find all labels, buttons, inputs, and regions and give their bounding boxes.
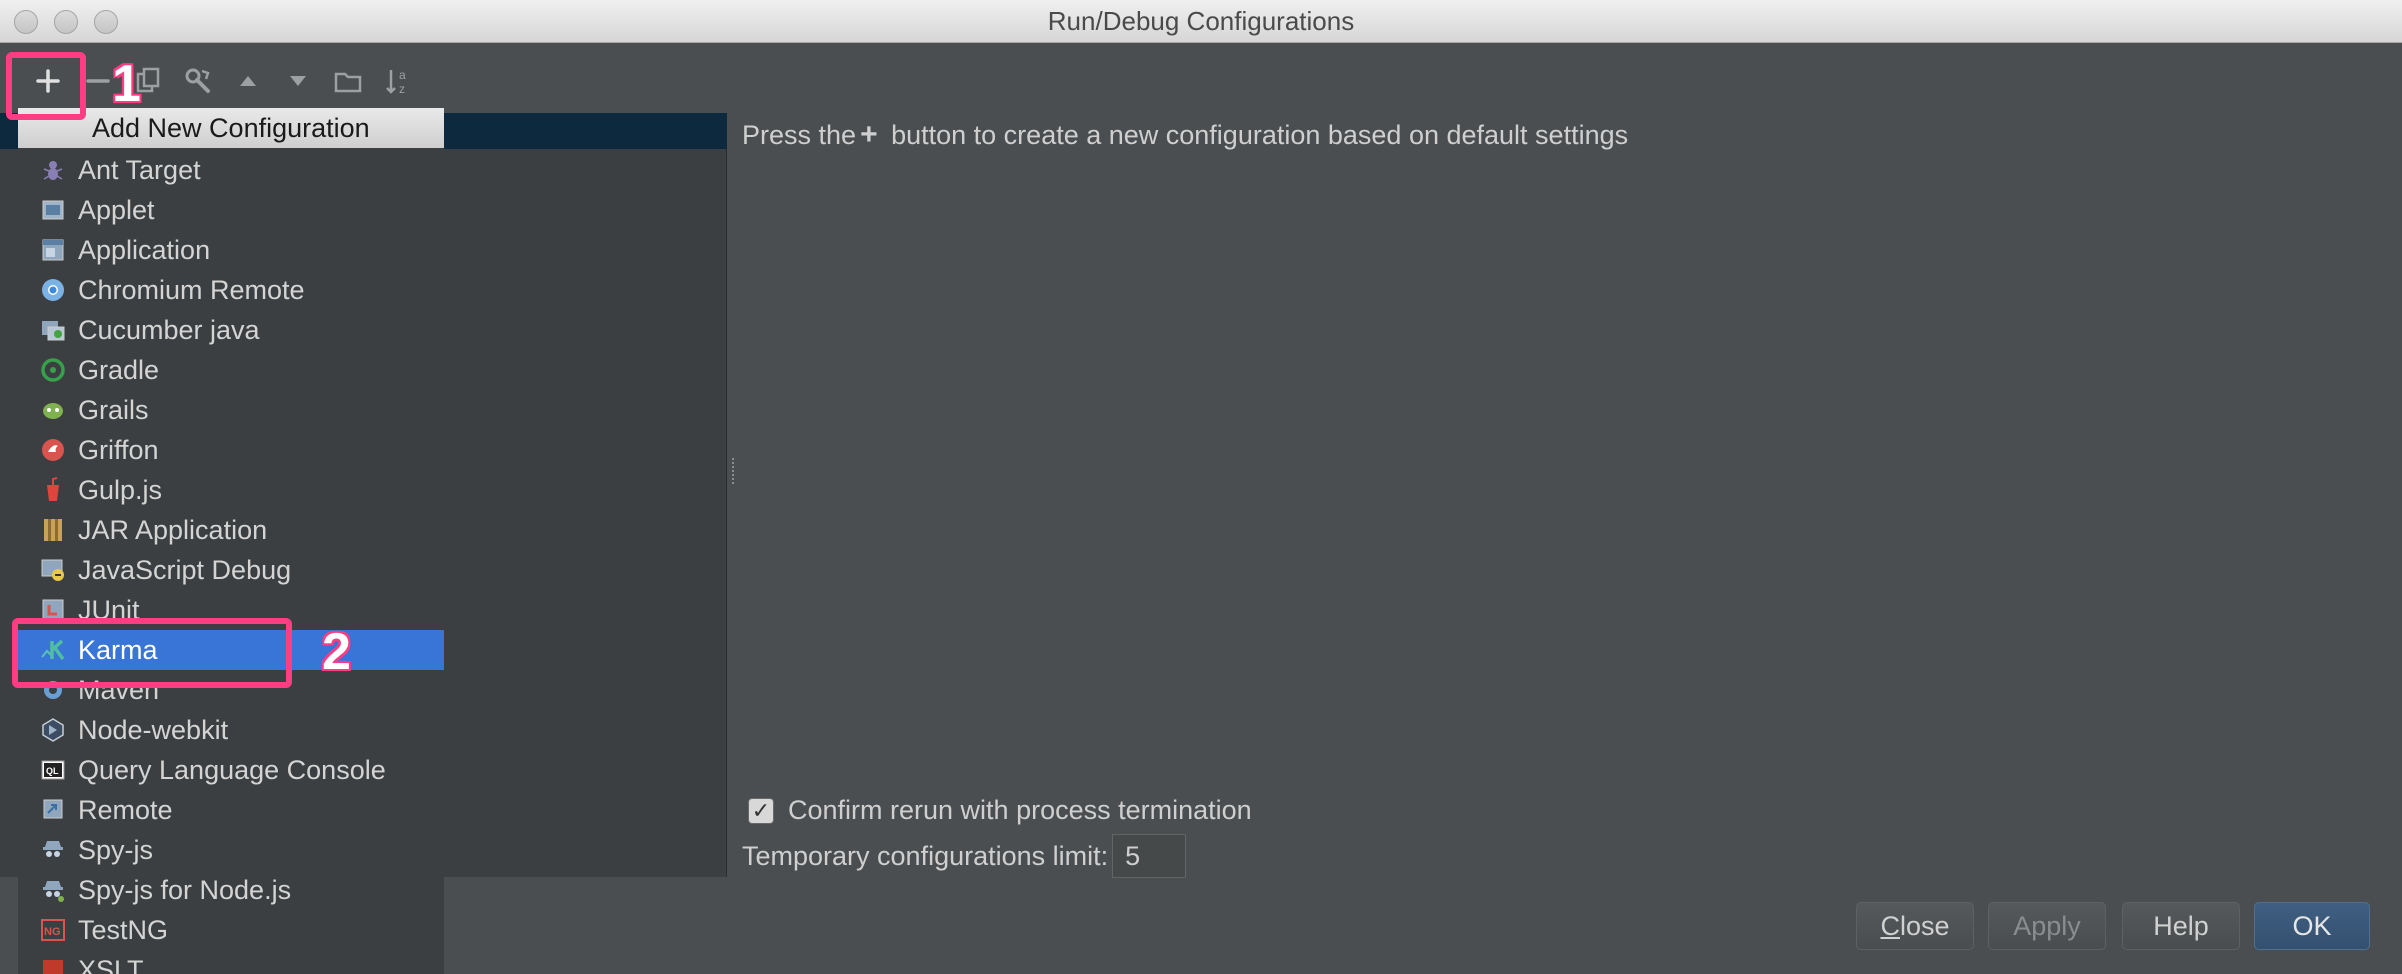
config-type-grails[interactable]: Grails	[18, 390, 444, 430]
run-debug-configurations-window: Run/Debug Configurations az Add New Conf…	[0, 0, 2402, 974]
config-type-applet[interactable]: Applet	[18, 190, 444, 230]
confirm-rerun-checkbox[interactable]: ✓	[748, 797, 774, 824]
toolbar: az	[0, 43, 740, 113]
config-type-label: Cucumber java	[78, 314, 260, 345]
grails-icon	[40, 397, 66, 423]
annotation-box-1	[6, 52, 86, 120]
sort-icon[interactable]: az	[378, 61, 418, 101]
config-type-label: Gradle	[78, 354, 160, 385]
config-type-gradle[interactable]: Gradle	[18, 350, 444, 390]
config-type-label: Griffon	[78, 434, 159, 465]
title-bar: Run/Debug Configurations	[0, 0, 2402, 43]
griffon-icon	[40, 437, 66, 463]
temp-config-limit-label: Temporary configurations limit:	[742, 840, 1109, 871]
splitter-handle[interactable]	[731, 456, 737, 486]
annotation-box-2	[12, 618, 292, 688]
svg-text:z: z	[399, 82, 405, 96]
spy-js-node-icon	[40, 877, 66, 903]
svg-text:a: a	[399, 68, 406, 82]
config-type-label: JavaScript Debug	[78, 554, 292, 585]
configuration-type-list: Ant Target Applet Application Chromium Remo…	[18, 150, 444, 974]
config-type-jar-application[interactable]: JAR Application	[18, 510, 444, 550]
config-type-label: TestNG	[78, 914, 169, 945]
config-type-label: XSLT	[78, 954, 144, 974]
temp-config-limit-row: Temporary configurations limit: 5	[742, 834, 1187, 878]
xslt-icon	[40, 957, 66, 974]
empty-state-hint: Press the + button to create a new config…	[742, 118, 1628, 152]
ql-console-icon: QL	[40, 757, 66, 783]
config-type-remote[interactable]: Remote	[18, 790, 444, 830]
folder-icon[interactable]	[328, 61, 368, 101]
config-type-label: Spy-js for Node.js	[78, 874, 292, 905]
config-type-label: Chromium Remote	[78, 274, 305, 305]
config-type-label: Remote	[78, 794, 173, 825]
jar-icon	[40, 517, 66, 543]
application-icon	[40, 237, 66, 263]
cucumber-icon	[40, 317, 66, 343]
gradle-icon	[40, 357, 66, 383]
config-type-spy-js[interactable]: Spy-js	[18, 830, 444, 870]
config-type-gulp-js[interactable]: Gulp.js	[18, 470, 444, 510]
svg-text:QL: QL	[46, 766, 59, 776]
confirm-rerun-label: Confirm rerun with process termination	[788, 795, 1252, 825]
ant-icon	[40, 157, 66, 183]
applet-icon	[40, 197, 66, 223]
chromium-icon	[40, 277, 66, 303]
config-type-application[interactable]: Application	[18, 230, 444, 270]
window-title: Run/Debug Configurations	[1047, 6, 1355, 36]
spy-js-icon	[40, 837, 66, 863]
gulp-icon	[40, 477, 66, 503]
config-type-node-webkit[interactable]: Node-webkit	[18, 710, 444, 750]
apply-button[interactable]: Apply	[1988, 902, 2106, 950]
help-button[interactable]: Help	[2122, 902, 2240, 950]
config-type-chromium-remote[interactable]: Chromium Remote	[18, 270, 444, 310]
move-up-icon[interactable]	[228, 61, 268, 101]
config-type-cucumber-java[interactable]: Cucumber java	[18, 310, 444, 350]
config-type-label: Spy-js	[78, 834, 154, 865]
move-down-icon[interactable]	[278, 61, 318, 101]
config-type-label: Grails	[78, 394, 149, 425]
config-type-label: Applet	[78, 194, 155, 225]
config-type-label: Application	[78, 234, 211, 265]
javascript-debug-icon	[40, 557, 66, 583]
ok-button[interactable]: OK	[2254, 902, 2370, 950]
config-type-label: JAR Application	[78, 514, 268, 545]
remote-icon	[40, 797, 66, 823]
config-type-label: Query Language Console	[78, 754, 386, 785]
config-type-ant-target[interactable]: Ant Target	[18, 150, 444, 190]
annotation-number-2: 2	[322, 623, 351, 681]
wrench-icon[interactable]	[178, 61, 218, 101]
svg-text:NG: NG	[44, 926, 61, 938]
config-type-testng[interactable]: NG TestNG	[18, 910, 444, 950]
hint-plus-icon: +	[860, 118, 878, 151]
annotation-number-1: 1	[112, 55, 141, 113]
config-type-label: Gulp.js	[78, 474, 163, 505]
hint-text-after: button to create a new configuration bas…	[883, 120, 1629, 150]
close-button[interactable]: Close	[1856, 902, 1974, 950]
config-type-label: Ant Target	[78, 154, 201, 185]
temp-config-limit-input[interactable]: 5	[1112, 834, 1187, 878]
confirm-rerun-option[interactable]: ✓ Confirm rerun with process termination	[748, 795, 1252, 826]
config-type-griffon[interactable]: Griffon	[18, 430, 444, 470]
config-type-query-language-console[interactable]: QL Query Language Console	[18, 750, 444, 790]
node-webkit-icon	[40, 717, 66, 743]
config-type-javascript-debug[interactable]: JavaScript Debug	[18, 550, 444, 590]
testng-icon: NG	[40, 917, 66, 943]
add-new-configuration-popup: Add New Configuration Ant Target Applet Ap…	[18, 108, 444, 974]
hint-text-before: Press the	[742, 120, 857, 150]
config-type-xslt[interactable]: XSLT	[18, 950, 444, 974]
config-type-label: Node-webkit	[78, 714, 229, 745]
config-type-spy-js-for-node-js[interactable]: Spy-js for Node.js	[18, 870, 444, 910]
